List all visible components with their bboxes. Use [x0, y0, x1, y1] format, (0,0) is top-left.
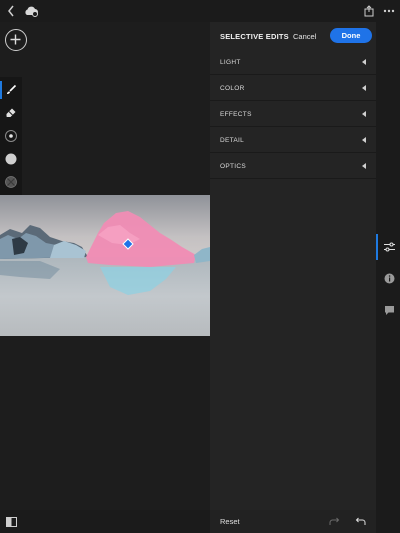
share-button[interactable]: [362, 3, 376, 19]
plus-icon: [10, 34, 21, 45]
feather-icon: [5, 153, 17, 165]
caret-left-icon: [362, 137, 366, 143]
section-color[interactable]: COLOR: [210, 75, 376, 101]
cloud-sync-icon: [25, 6, 38, 17]
add-mask-button[interactable]: [5, 29, 27, 51]
panel-header: SELECTIVE EDITS Cancel Done: [210, 22, 376, 48]
eraser-icon: [6, 108, 16, 117]
iceberg-photo: [0, 195, 210, 336]
bottom-bar: Reset: [0, 510, 400, 533]
edit-panel-button[interactable]: [380, 238, 398, 256]
brush-icon: [7, 84, 17, 94]
mask-tool-rail: [0, 77, 22, 195]
more-button[interactable]: [381, 3, 397, 19]
caret-left-icon: [362, 59, 366, 65]
section-light[interactable]: LIGHT: [210, 49, 376, 75]
selective-edits-panel: SELECTIVE EDITS Cancel Done LIGHT COLOR …: [210, 22, 376, 510]
panel-footer: Reset: [210, 510, 376, 533]
eraser-tool[interactable]: [0, 102, 22, 124]
cancel-button[interactable]: Cancel: [293, 32, 316, 41]
back-button[interactable]: [4, 3, 18, 19]
more-icon: [383, 9, 395, 13]
top-bar: [0, 0, 400, 22]
info-icon: [384, 273, 394, 283]
share-icon: [364, 5, 374, 17]
undo-icon: [355, 517, 365, 525]
caret-left-icon: [362, 111, 366, 117]
panel-title: SELECTIVE EDITS: [220, 32, 289, 41]
sliders-icon: [383, 242, 395, 252]
section-label: OPTICS: [220, 163, 246, 170]
comment-icon: [384, 305, 394, 315]
section-detail[interactable]: DETAIL: [210, 127, 376, 153]
flow-control[interactable]: [0, 171, 22, 193]
comment-button[interactable]: [380, 301, 398, 319]
feather-control[interactable]: [0, 148, 22, 170]
cloud-sync-button[interactable]: [23, 4, 39, 18]
brush-tool[interactable]: [0, 79, 22, 101]
compare-icon: [5, 517, 17, 527]
redo-button[interactable]: [327, 514, 341, 528]
active-indicator: [376, 234, 378, 260]
section-label: COLOR: [220, 85, 245, 92]
redo-icon: [329, 517, 339, 525]
section-effects[interactable]: EFFECTS: [210, 101, 376, 127]
section-label: LIGHT: [220, 59, 241, 66]
brush-size-control[interactable]: [0, 125, 22, 147]
undo-button[interactable]: [353, 514, 367, 528]
side-rail: [376, 22, 400, 510]
flow-icon: [5, 176, 17, 188]
compare-button[interactable]: [4, 515, 18, 529]
photo-canvas[interactable]: [0, 195, 210, 336]
reset-button[interactable]: Reset: [220, 517, 240, 526]
chevron-left-icon: [8, 5, 14, 17]
caret-left-icon: [362, 163, 366, 169]
caret-left-icon: [362, 85, 366, 91]
section-optics[interactable]: OPTICS: [210, 153, 376, 179]
brush-size-icon: [5, 130, 17, 142]
section-label: EFFECTS: [220, 111, 252, 118]
info-button[interactable]: [380, 269, 398, 287]
done-button[interactable]: Done: [330, 28, 372, 43]
section-label: DETAIL: [220, 137, 245, 144]
